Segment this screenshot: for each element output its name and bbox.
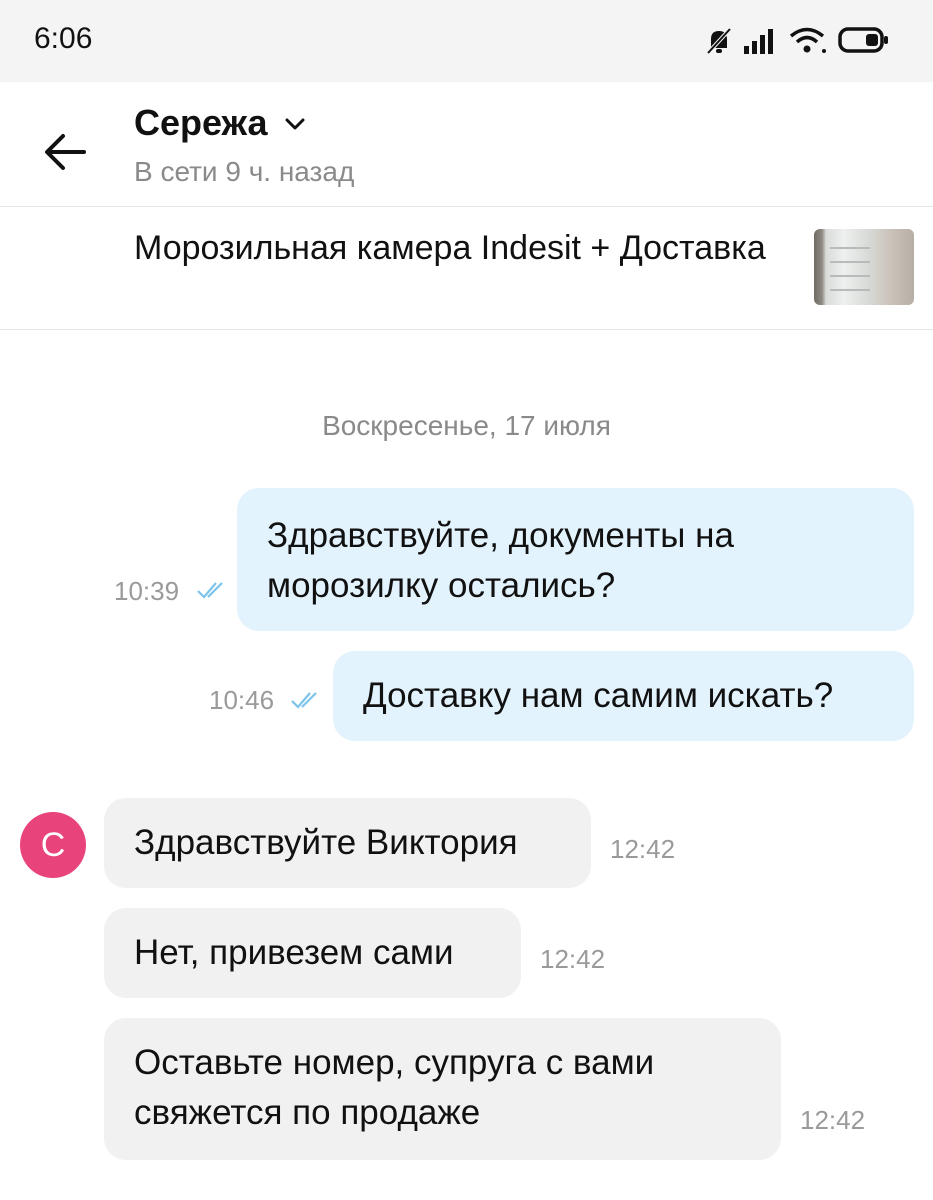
message-time: 10:39	[114, 576, 180, 606]
chevron-down-icon[interactable]	[284, 116, 306, 132]
contact-name[interactable]: Сережа	[134, 102, 268, 144]
message-time: 12:42	[540, 944, 606, 974]
listing-bar[interactable]: Морозильная камера Indesit + Доставка	[0, 207, 933, 330]
status-bar: 6:06	[0, 0, 933, 82]
message-bubble-incoming[interactable]: Нет, привезем сами	[104, 908, 521, 998]
message-bubble-incoming[interactable]: Оставьте номер, супруга с вами свяжется …	[104, 1018, 781, 1160]
chat-header: Сережа В сети 9 ч. назад	[0, 82, 933, 207]
avatar[interactable]: С	[20, 812, 86, 878]
contact-status: В сети 9 ч. назад	[134, 156, 355, 187]
double-check-icon	[197, 582, 223, 599]
message-text: Здравствуйте Виктория	[134, 823, 518, 862]
listing-title[interactable]: Морозильная камера Indesit + Доставка	[134, 223, 774, 273]
message-bubble-outgoing[interactable]: Доставку нам самим искать?	[333, 651, 914, 741]
message-time: 10:46	[209, 685, 275, 715]
message-time: 12:42	[610, 834, 676, 864]
message-text: Оставьте номер, супруга с вами свяжется …	[134, 1043, 655, 1132]
message-text: Доставку нам самим искать?	[363, 676, 834, 715]
message-text: Здравствуйте, документы на морозилку ост…	[267, 516, 734, 605]
message-bubble-incoming[interactable]: Здравствуйте Виктория	[104, 798, 591, 888]
listing-thumbnail[interactable]	[814, 229, 914, 305]
message-time: 12:42	[800, 1105, 866, 1135]
status-time: 6:06	[34, 22, 93, 55]
double-check-icon	[291, 692, 317, 709]
battery-icon	[838, 27, 888, 53]
mute-bell-icon	[706, 27, 732, 55]
date-separator: Воскресенье, 17 июля	[322, 410, 611, 441]
message-bubble-outgoing[interactable]: Здравствуйте, документы на морозилку ост…	[237, 488, 914, 631]
wifi-icon	[789, 27, 826, 53]
back-arrow-icon[interactable]	[36, 122, 96, 182]
message-text: Нет, привезем сами	[134, 933, 454, 972]
signal-icon	[744, 29, 773, 54]
